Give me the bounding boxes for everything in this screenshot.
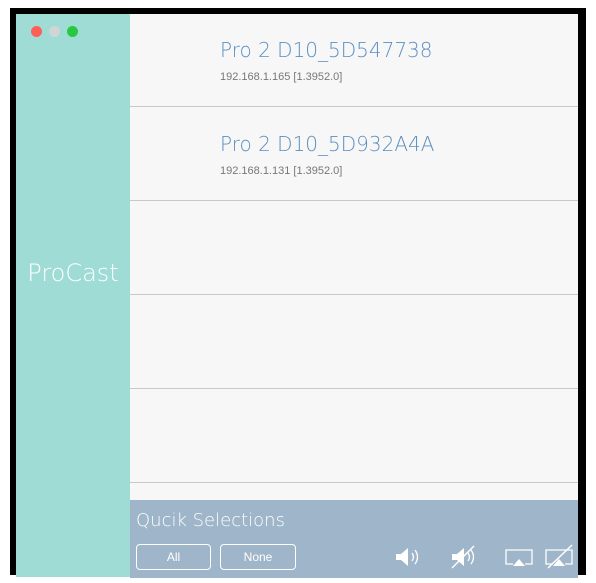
quick-selections-bar: Qucik Selections All None (130, 500, 578, 578)
app-title: ProCast (27, 259, 119, 287)
window-maximize-button[interactable] (67, 26, 78, 37)
device-name: Pro 2 D10_5D547738 (220, 38, 433, 62)
device-name: Pro 2 D10_5D932A4A (220, 132, 435, 156)
select-none-button[interactable]: None (220, 544, 296, 570)
empty-row (130, 296, 578, 389)
quick-selections-title: Qucik Selections (136, 510, 285, 531)
mute-icon[interactable] (446, 544, 482, 570)
select-all-button[interactable]: All (136, 544, 211, 570)
window-close-button[interactable] (31, 26, 42, 37)
device-address: 192.168.1.165 [1.3952.0] (220, 71, 343, 83)
device-address: 192.168.1.131 [1.3952.0] (220, 165, 343, 177)
sidebar: ProCast (16, 14, 130, 577)
volume-on-icon[interactable] (390, 544, 426, 570)
cast-screen-icon[interactable] (502, 544, 538, 570)
device-row[interactable]: Pro 2 D10_5D547738 192.168.1.165 [1.3952… (130, 14, 578, 107)
device-list: Pro 2 D10_5D547738 192.168.1.165 [1.3952… (130, 14, 578, 500)
device-row[interactable]: Pro 2 D10_5D932A4A 192.168.1.131 [1.3952… (130, 108, 578, 201)
empty-row (130, 390, 578, 483)
stop-cast-icon[interactable] (542, 544, 578, 570)
window-minimize-button[interactable] (49, 26, 60, 37)
empty-row (130, 202, 578, 295)
app-window: ProCast Pro 2 D10_5D547738 192.168.1.165… (10, 8, 586, 578)
